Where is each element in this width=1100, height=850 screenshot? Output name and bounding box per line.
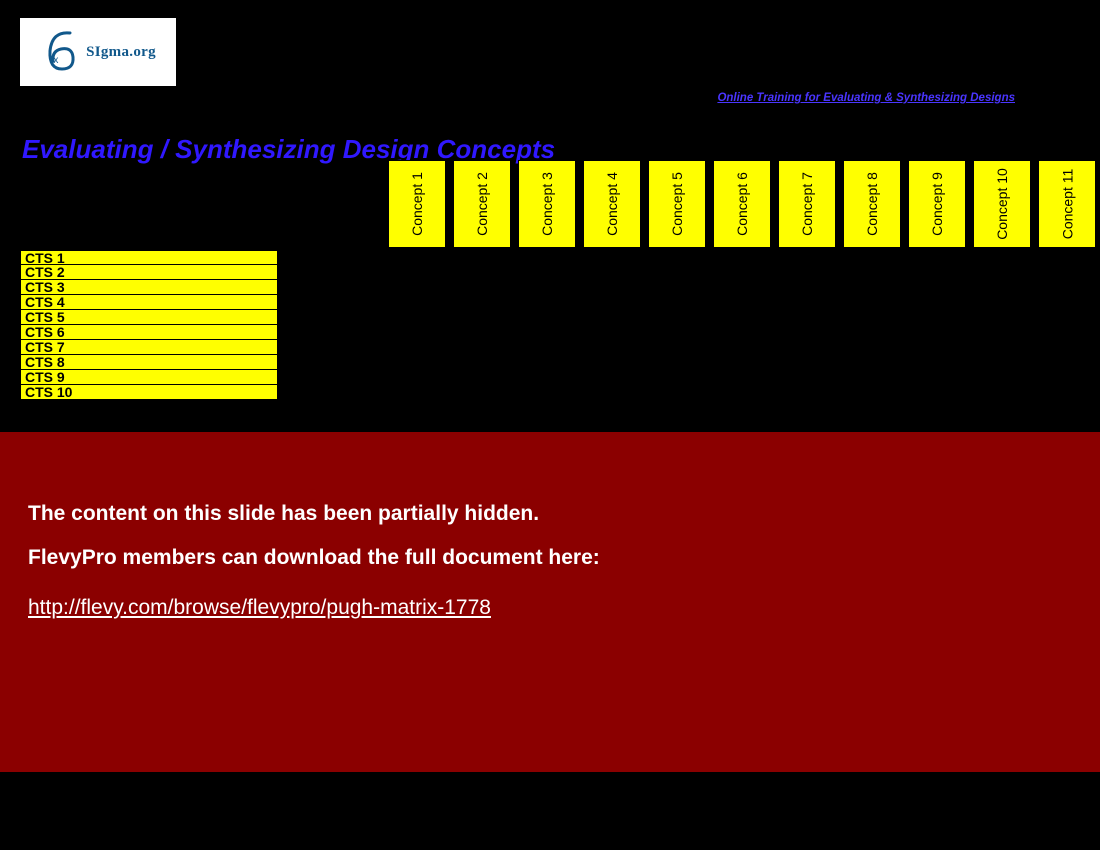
cts-row: CTS 7 bbox=[20, 340, 278, 355]
logo-text: SIgma.org bbox=[86, 44, 156, 61]
logo-ix-text: Ix bbox=[51, 55, 58, 66]
cts-row: CTS 5 bbox=[20, 310, 278, 325]
concept-header: Concept 11 bbox=[1038, 160, 1096, 248]
cts-row: CTS 1 bbox=[20, 250, 278, 265]
concept-header: Concept 3 bbox=[518, 160, 576, 248]
concept-header: Concept 4 bbox=[583, 160, 641, 248]
flevy-download-link[interactable]: http://flevy.com/browse/flevypro/pugh-ma… bbox=[28, 596, 491, 619]
concept-label: Concept 6 bbox=[734, 172, 750, 236]
concept-label: Concept 8 bbox=[864, 172, 880, 236]
overlay-line-2: FlevyPro members can download the full d… bbox=[28, 546, 1072, 570]
concept-header: Concept 8 bbox=[843, 160, 901, 248]
cts-row: CTS 10 bbox=[20, 385, 278, 400]
concept-label: Concept 2 bbox=[474, 172, 490, 236]
cts-row: CTS 6 bbox=[20, 325, 278, 340]
cts-row: CTS 8 bbox=[20, 355, 278, 370]
concept-label: Concept 7 bbox=[799, 172, 815, 236]
cts-row-headers: CTS 1 CTS 2 CTS 3 CTS 4 CTS 5 CTS 6 CTS … bbox=[20, 250, 278, 400]
hidden-content-overlay: The content on this slide has been parti… bbox=[0, 432, 1100, 772]
cts-row: CTS 4 bbox=[20, 295, 278, 310]
concept-header: Concept 7 bbox=[778, 160, 836, 248]
online-training-link[interactable]: Online Training for Evaluating & Synthes… bbox=[717, 92, 1015, 104]
concept-label: Concept 11 bbox=[1059, 169, 1075, 240]
concept-header: Concept 5 bbox=[648, 160, 706, 248]
concept-header: Concept 2 bbox=[453, 160, 511, 248]
concepts-header-row: Concept 1 Concept 2 Concept 3 Concept 4 … bbox=[388, 160, 1096, 248]
overlay-line-1: The content on this slide has been parti… bbox=[28, 502, 1072, 526]
cts-row: CTS 3 bbox=[20, 280, 278, 295]
logo-box: Ix SIgma.org bbox=[20, 18, 176, 86]
concept-header: Concept 10 bbox=[973, 160, 1031, 248]
cts-row: CTS 9 bbox=[20, 370, 278, 385]
logo: Ix SIgma.org bbox=[40, 29, 156, 75]
slide-page: Ix SIgma.org Online Training for Evaluat… bbox=[0, 0, 1100, 850]
concept-label: Concept 4 bbox=[604, 172, 620, 236]
concept-label: Concept 5 bbox=[669, 172, 685, 236]
concept-header: Concept 1 bbox=[388, 160, 446, 248]
concept-label: Concept 9 bbox=[929, 172, 945, 236]
six-sigma-icon: Ix bbox=[40, 29, 80, 75]
concept-label: Concept 10 bbox=[994, 168, 1010, 240]
concept-header: Concept 9 bbox=[908, 160, 966, 248]
cts-row: CTS 2 bbox=[20, 265, 278, 280]
concept-label: Concept 1 bbox=[409, 172, 425, 236]
concept-header: Concept 6 bbox=[713, 160, 771, 248]
concept-label: Concept 3 bbox=[539, 172, 555, 236]
